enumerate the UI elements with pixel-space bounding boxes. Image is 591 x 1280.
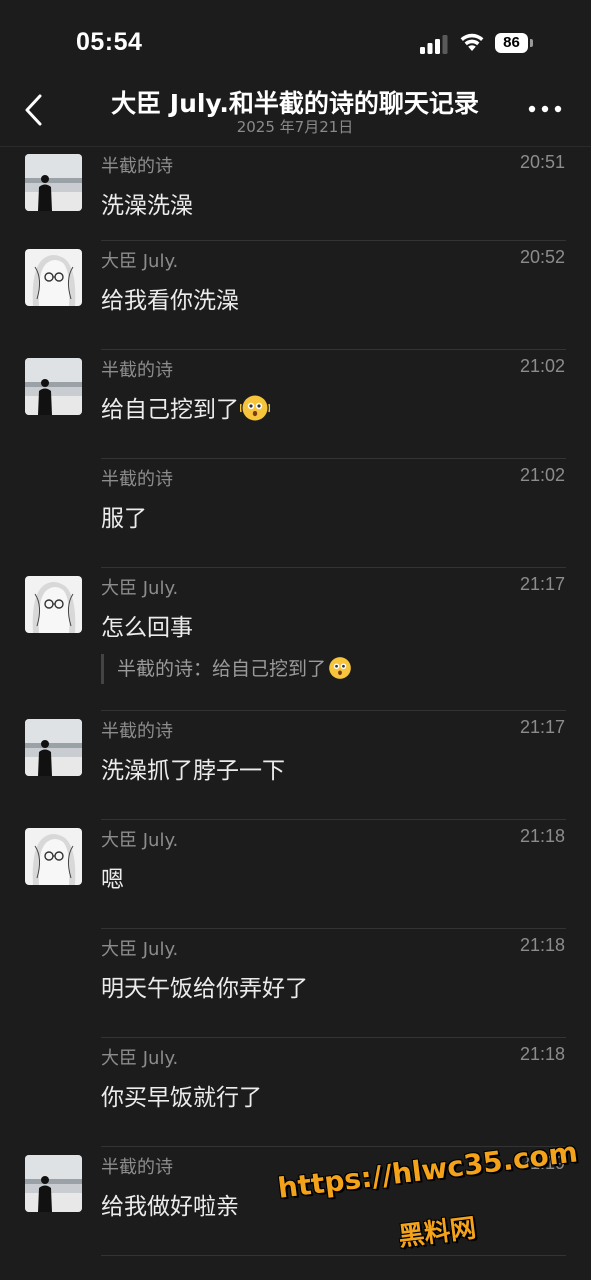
message-time: 20:51 <box>519 152 565 172</box>
more-options-icon[interactable] <box>528 104 562 114</box>
message-time: 20:52 <box>519 247 565 267</box>
avatar[interactable] <box>25 576 82 633</box>
divider <box>101 1255 566 1256</box>
message-item[interactable]: 大臣 July. 20:52 给我看你洗澡 <box>0 241 591 350</box>
wifi-icon <box>460 33 484 51</box>
message-list[interactable]: 半截的诗 20:51 洗澡洗澡 大臣 July. 20:52 给我看你洗澡 半截… <box>0 146 591 1256</box>
message-time: 21:19 <box>519 1153 565 1173</box>
message-time: 21:18 <box>519 935 565 955</box>
sender-name: 半截的诗 <box>101 469 173 490</box>
avatar[interactable] <box>25 1155 82 1212</box>
battery-level: 86 <box>495 33 528 53</box>
chat-history-header: 大臣 July.和半截的诗的聊天记录 2025 年7月21日 <box>0 80 591 147</box>
sender-name: 大臣 July. <box>101 1048 179 1069</box>
man-by-sea-avatar-icon <box>25 1155 82 1212</box>
page-subtitle-date: 2025 年7月21日 <box>236 118 354 136</box>
anime-girl-avatar-icon <box>25 828 82 885</box>
message-time: 21:17 <box>519 574 565 594</box>
message-text[interactable]: 明天午饭给你弄好了 <box>101 969 308 1003</box>
sender-name: 半截的诗 <box>101 721 173 742</box>
sender-name: 大臣 July. <box>101 939 179 960</box>
man-by-sea-avatar-icon <box>25 358 82 415</box>
message-time: 21:02 <box>519 465 565 485</box>
message-time: 21:18 <box>519 1044 565 1064</box>
message-text[interactable]: 给我看你洗澡 <box>101 281 239 315</box>
sender-name: 大臣 July. <box>101 830 179 851</box>
battery-tip <box>530 39 533 47</box>
shaking-face-emoji-icon <box>329 657 351 679</box>
back-chevron-icon[interactable] <box>22 92 48 128</box>
message-item[interactable]: 半截的诗 20:51 洗澡洗澡 <box>0 146 591 241</box>
status-bar: 05:54 86 <box>0 0 591 90</box>
message-text[interactable]: 服了 <box>101 499 147 533</box>
shaking-face-emoji-icon <box>240 395 270 421</box>
message-text[interactable]: 你买早饭就行了 <box>101 1078 262 1112</box>
message-item[interactable]: 大臣 July. 21:18 你买早饭就行了 <box>0 1038 591 1147</box>
battery-indicator: 86 <box>495 33 533 53</box>
sender-name: 半截的诗 <box>101 156 173 177</box>
man-by-sea-avatar-icon <box>25 154 82 211</box>
man-by-sea-avatar-icon <box>25 719 82 776</box>
message-item[interactable]: 大臣 July. 21:17 怎么回事 半截的诗：给自己挖到了 <box>0 568 591 711</box>
message-text[interactable]: 洗澡洗澡 <box>101 186 193 220</box>
message-time: 21:18 <box>519 826 565 846</box>
quoted-message[interactable]: 半截的诗：给自己挖到了 <box>101 654 353 684</box>
status-time: 05:54 <box>76 28 143 56</box>
sender-name: 半截的诗 <box>101 1157 173 1178</box>
cellular-signal-icon <box>420 35 448 54</box>
message-text[interactable]: 给我做好啦亲 <box>101 1187 239 1221</box>
avatar[interactable] <box>25 828 82 885</box>
anime-girl-avatar-icon <box>25 249 82 306</box>
sender-name: 大臣 July. <box>101 251 179 272</box>
sender-name: 大臣 July. <box>101 578 179 599</box>
page-title: 大臣 July.和半截的诗的聊天记录 <box>111 89 479 118</box>
message-text-container[interactable]: 给自己挖到了 <box>101 390 270 424</box>
avatar[interactable] <box>25 154 82 211</box>
message-item[interactable]: 半截的诗 21:19 给我做好啦亲 <box>0 1147 591 1256</box>
avatar[interactable] <box>25 358 82 415</box>
message-text[interactable]: 洗澡抓了脖子一下 <box>101 751 285 785</box>
message-item[interactable]: 半截的诗 21:17 洗澡抓了脖子一下 <box>0 711 591 820</box>
message-time: 21:02 <box>519 356 565 376</box>
message-text: 给自己挖到了 <box>101 397 239 423</box>
message-item[interactable]: 大臣 July. 21:18 明天午饭给你弄好了 <box>0 929 591 1038</box>
message-item[interactable]: 半截的诗 21:02 给自己挖到了 <box>0 350 591 459</box>
avatar[interactable] <box>25 719 82 776</box>
message-text[interactable]: 嗯 <box>101 860 124 894</box>
avatar[interactable] <box>25 249 82 306</box>
sender-name: 半截的诗 <box>101 360 173 381</box>
message-item[interactable]: 大臣 July. 21:18 嗯 <box>0 820 591 929</box>
quoted-text: 半截的诗：给自己挖到了 <box>117 658 327 680</box>
anime-girl-avatar-icon <box>25 576 82 633</box>
message-time: 21:17 <box>519 717 565 737</box>
message-text[interactable]: 怎么回事 <box>101 608 193 642</box>
message-item[interactable]: 半截的诗 21:02 服了 <box>0 459 591 568</box>
